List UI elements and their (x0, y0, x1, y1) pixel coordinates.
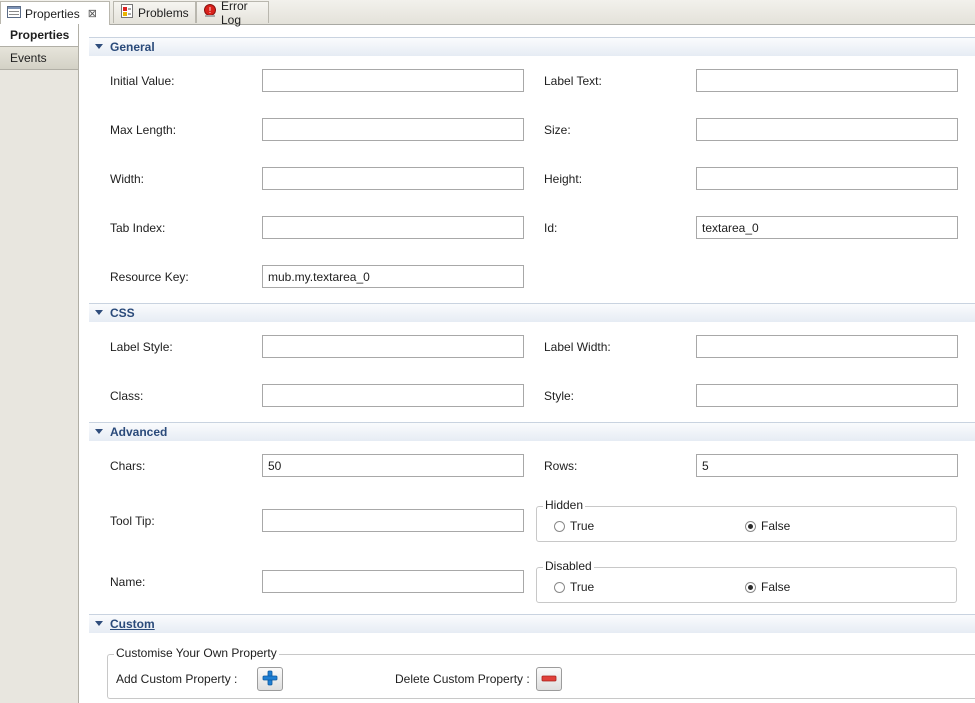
label-text-label: Label Text: (544, 74, 602, 88)
class-label: Class: (110, 389, 144, 403)
tool-tip-input[interactable] (262, 509, 524, 532)
radio-button-icon (554, 520, 565, 532)
tab-properties-label: Properties (25, 6, 80, 21)
radio-button-selected-icon (745, 581, 756, 593)
tab-error-log-label: Error Log (221, 0, 248, 27)
name-input[interactable] (262, 570, 524, 593)
error-log-icon: ! (203, 4, 217, 21)
class-input[interactable] (262, 384, 524, 407)
hidden-group-title: Hidden (543, 498, 586, 512)
label-width-label: Label Width: (544, 340, 611, 354)
tab-properties[interactable]: Properties ⊠ (0, 1, 110, 25)
svg-text:!: ! (208, 6, 211, 15)
max-length-input[interactable] (262, 118, 524, 141)
tab-error-log[interactable]: ! Error Log (196, 0, 269, 27)
id-input[interactable]: textarea_0 (696, 216, 958, 239)
resource-key-label: Resource Key: (110, 270, 189, 284)
name-label: Name: (110, 575, 146, 589)
collapse-triangle-icon[interactable] (95, 429, 103, 434)
radio-button-icon (554, 581, 565, 593)
section-custom-title: Custom (110, 617, 155, 631)
tab-problems[interactable]: Problems (113, 1, 196, 23)
property-categories: Properties Events (0, 24, 79, 703)
size-input[interactable] (696, 118, 958, 141)
style-label: Style: (544, 389, 575, 403)
hidden-group: Hidden True False (536, 498, 957, 542)
size-label: Size: (544, 123, 571, 137)
disabled-group-title: Disabled (543, 559, 594, 573)
tab-problems-label: Problems (138, 5, 189, 20)
tool-tip-label: Tool Tip: (110, 514, 155, 528)
disabled-true-label: True (570, 580, 595, 594)
radio-button-selected-icon (745, 520, 756, 532)
height-label: Height: (544, 172, 583, 186)
label-text-input[interactable] (696, 69, 958, 92)
disabled-false-label: False (761, 580, 791, 594)
disabled-false-radio[interactable]: False (745, 580, 790, 594)
max-length-label: Max Length: (110, 123, 177, 137)
plus-icon (262, 670, 278, 689)
collapse-triangle-icon[interactable] (95, 621, 103, 626)
chars-input[interactable]: 50 (262, 454, 524, 477)
section-css-title: CSS (110, 306, 135, 320)
style-input[interactable] (696, 384, 958, 407)
width-input[interactable] (262, 167, 524, 190)
collapse-triangle-icon[interactable] (95, 44, 103, 49)
custom-group-title: Customise Your Own Property (114, 646, 279, 660)
hidden-true-label: True (570, 519, 595, 533)
hidden-false-label: False (761, 519, 791, 533)
chars-label: Chars: (110, 459, 146, 473)
hidden-true-radio[interactable]: True (554, 519, 594, 533)
view-tab-bar: Properties ⊠ Problems ! Error Log (0, 0, 975, 27)
problems-icon (120, 4, 134, 21)
rows-input[interactable]: 5 (696, 454, 958, 477)
category-properties[interactable]: Properties (0, 24, 78, 47)
id-label: Id: (544, 221, 558, 235)
section-custom-header[interactable]: Custom (89, 614, 975, 633)
tab-index-label: Tab Index: (110, 221, 166, 235)
height-input[interactable] (696, 167, 958, 190)
label-style-input[interactable] (262, 335, 524, 358)
category-events[interactable]: Events (0, 47, 78, 70)
label-style-label: Label Style: (110, 340, 173, 354)
initial-value-label: Initial Value: (110, 74, 175, 88)
tab-index-input[interactable] (262, 216, 524, 239)
section-general-title: General (110, 40, 155, 54)
section-advanced-title: Advanced (110, 425, 168, 439)
initial-value-input[interactable] (262, 69, 524, 92)
section-css-header[interactable]: CSS (89, 303, 975, 322)
width-label: Width: (110, 172, 145, 186)
add-custom-property-label: Add Custom Property : (116, 672, 238, 686)
label-width-input[interactable] (696, 335, 958, 358)
hidden-false-radio[interactable]: False (745, 519, 790, 533)
section-general-header[interactable]: General (89, 37, 975, 56)
delete-custom-property-button[interactable] (536, 667, 562, 691)
rows-label: Rows: (544, 459, 578, 473)
properties-icon (7, 6, 21, 21)
close-tab-icon[interactable]: ⊠ (88, 7, 97, 20)
section-advanced-header[interactable]: Advanced (89, 422, 975, 441)
disabled-group: Disabled True False (536, 559, 957, 603)
minus-icon (541, 670, 557, 689)
delete-custom-property-label: Delete Custom Property : (395, 672, 530, 686)
collapse-triangle-icon[interactable] (95, 310, 103, 315)
add-custom-property-button[interactable] (257, 667, 283, 691)
resource-key-input[interactable]: mub.my.textarea_0 (262, 265, 524, 288)
disabled-true-radio[interactable]: True (554, 580, 594, 594)
